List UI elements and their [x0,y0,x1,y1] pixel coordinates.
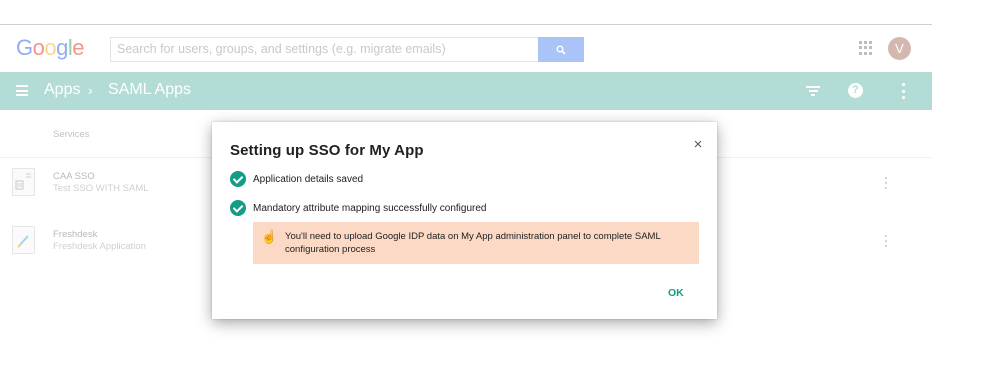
menu-icon[interactable] [16,85,28,96]
breadcrumb-saml-apps: SAML Apps [108,81,192,98]
freshdesk-app-icon [12,226,35,254]
sso-setup-dialog: Setting up SSO for My App × Application … [212,122,717,319]
app-description: Freshdesk Application [53,241,146,252]
app-bar: Apps › SAML Apps ? [0,72,932,110]
status-text: Application details saved [253,173,364,185]
app-description: Test SSO WITH SAML [53,183,149,194]
check-circle-icon [230,200,246,216]
services-column-header: Services [53,129,90,140]
caa-sso-app-icon [12,168,35,196]
logo-letter: g [56,35,68,60]
search-input[interactable] [111,38,543,59]
breadcrumb-apps[interactable]: Apps [44,81,80,99]
notice-text: You'll need to upload Google IDP data on… [285,231,661,255]
status-item: Mandatory attribute mapping successfully… [230,200,486,216]
row-more-icon[interactable] [885,235,887,247]
top-header: Google V [0,25,932,72]
ok-button[interactable]: OK [668,287,684,299]
status-item: Application details saved [230,171,363,187]
logo-letter: G [16,35,33,60]
row-more-icon[interactable] [885,177,887,189]
avatar[interactable]: V [888,37,911,60]
filter-icon[interactable] [806,86,820,96]
admin-console-page: Google V Apps › SAML Apps ? Services [0,0,995,392]
logo-letter: o [44,35,57,60]
logo-letter: e [72,35,85,60]
warning-notice: ☝ You'll need to upload Google IDP data … [253,222,699,264]
search-icon [556,45,566,55]
apps-grid-icon[interactable] [859,41,873,55]
hand-pointer-icon: ☝ [261,229,278,244]
help-icon[interactable]: ? [848,83,863,98]
search-box [110,37,543,62]
google-logo[interactable]: Google [16,35,85,61]
status-text: Mandatory attribute mapping successfully… [253,202,487,214]
app-name: Freshdesk [53,229,98,240]
check-circle-icon [230,171,246,187]
logo-letter: o [32,35,45,60]
close-icon[interactable]: × [692,137,704,153]
more-vert-icon[interactable] [902,83,905,99]
search-button[interactable] [538,37,584,62]
app-name: CAA SSO [53,171,95,182]
breadcrumb-separator: › [88,82,93,98]
dialog-title: Setting up SSO for My App [230,142,424,159]
